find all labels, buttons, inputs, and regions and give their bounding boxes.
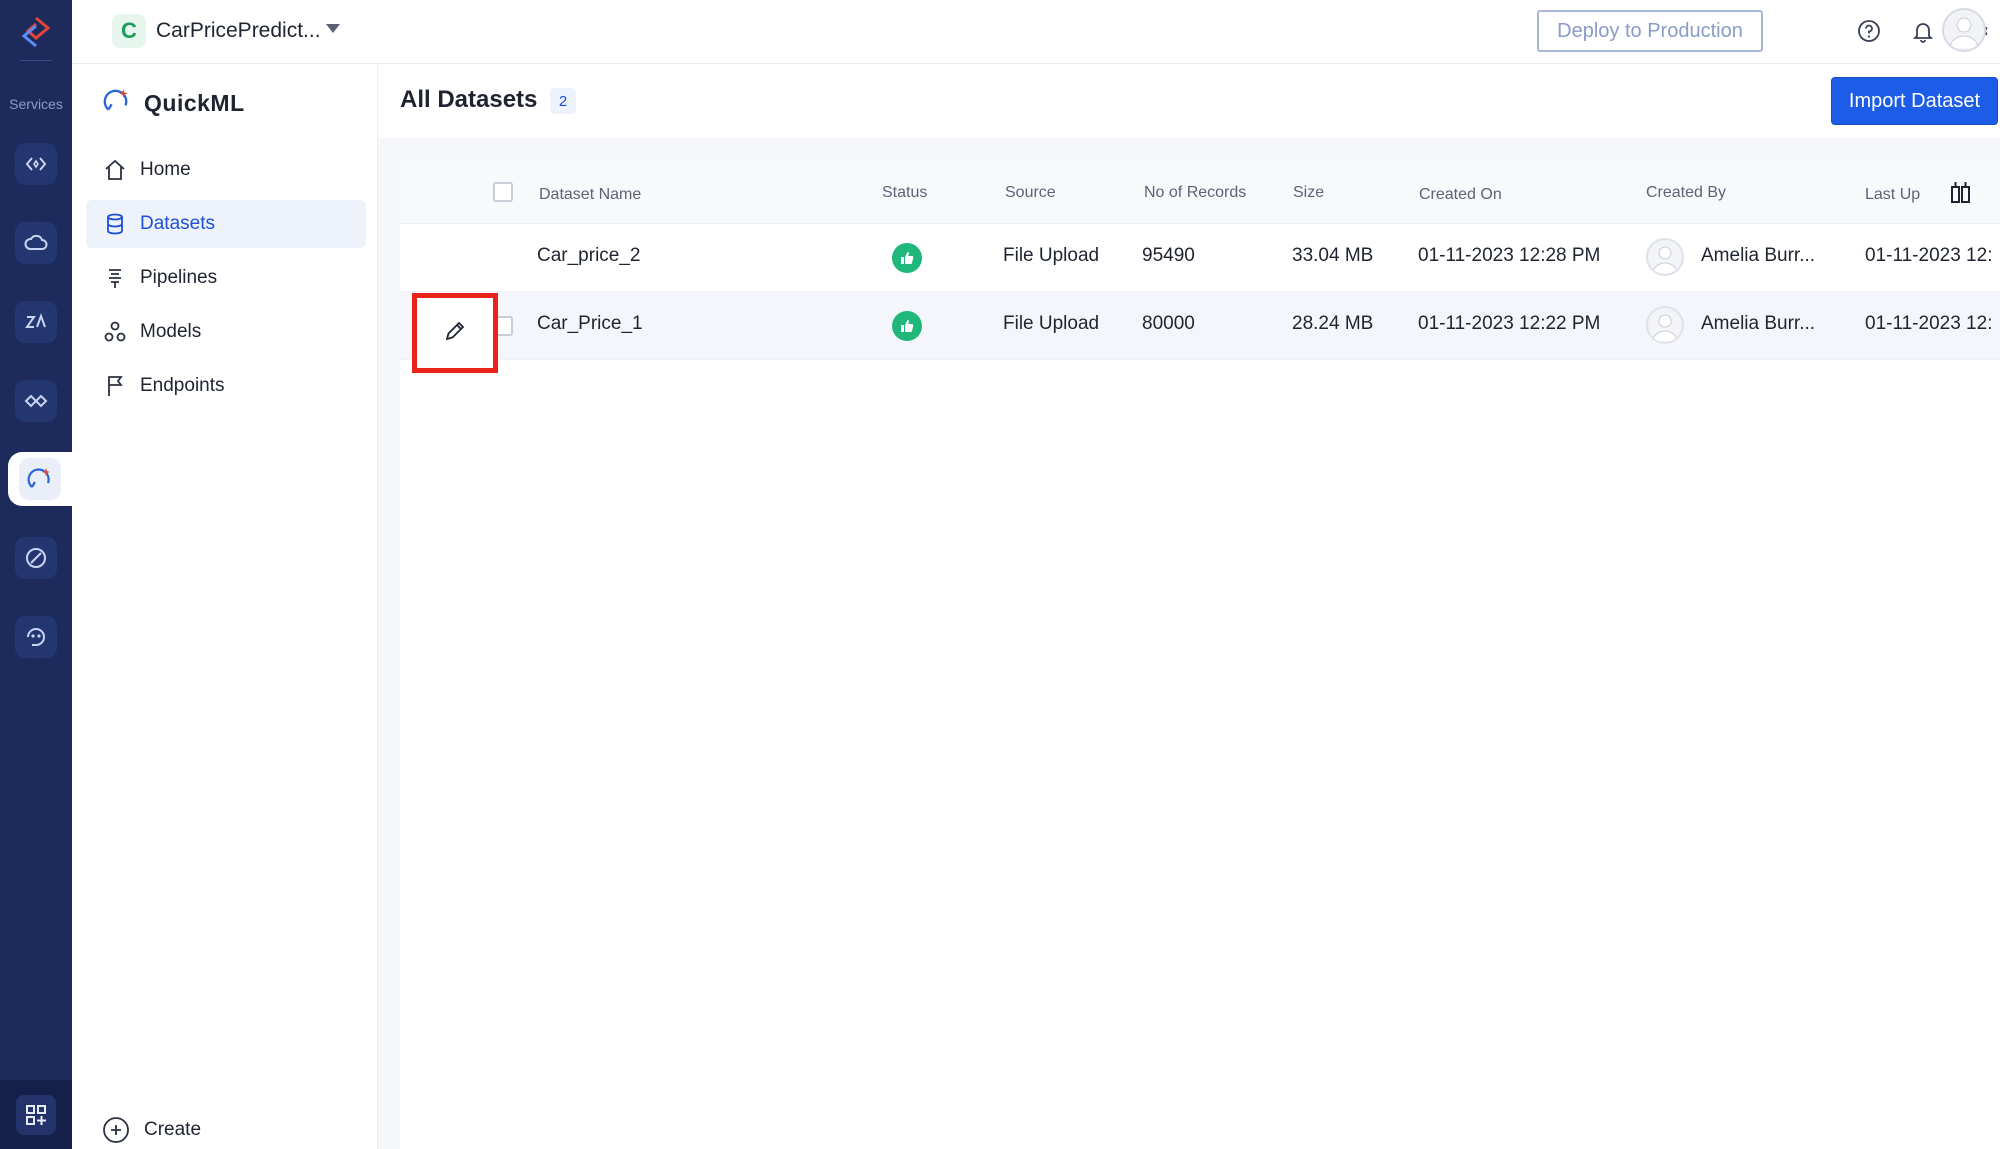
project-name[interactable]: CarPricePredict... (156, 19, 321, 43)
column-header-source[interactable]: Source (1005, 184, 1056, 202)
datasets-table: Dataset Name Status Source No of Records… (400, 160, 2000, 1149)
created-on-cell: 01-11-2023 12:22 PM (1418, 313, 1601, 334)
quickml-logo-icon (102, 86, 132, 121)
services-label: Services (9, 96, 63, 112)
database-icon (102, 211, 128, 237)
rail-rocket-service-icon[interactable] (15, 537, 57, 579)
page-title: All Datasets (400, 86, 538, 113)
nav-item-label: Endpoints (140, 375, 225, 396)
user-avatar[interactable] (1942, 8, 1986, 52)
nav-item-label: Home (140, 159, 191, 180)
nav-item-datasets[interactable]: Datasets (86, 200, 366, 248)
column-header-records[interactable]: No of Records (1144, 184, 1246, 202)
records-cell: 80000 (1142, 313, 1195, 334)
column-header-status[interactable]: Status (882, 184, 927, 202)
status-thumbs-up-icon (892, 311, 922, 341)
table-header: Dataset Name Status Source No of Records… (400, 160, 2000, 224)
size-cell: 33.04 MB (1292, 245, 1374, 266)
catalyst-logo-icon[interactable] (14, 10, 58, 54)
apps-grid-icon[interactable] (16, 1094, 56, 1135)
create-label: Create (144, 1119, 202, 1140)
column-header-created-on[interactable]: Created On (1419, 186, 1502, 204)
rail-apps-area (0, 1080, 72, 1149)
creator-avatar (1646, 238, 1684, 276)
services-rail: Services (0, 0, 72, 1149)
nav-item-home[interactable]: Home (86, 146, 366, 194)
column-settings-icon[interactable] (1946, 178, 1976, 208)
nav-item-pipelines[interactable]: Pipelines (86, 254, 366, 302)
created-by-cell: Amelia Burr... (1701, 245, 1816, 266)
created-on-cell: 01-11-2023 12:28 PM (1418, 245, 1601, 266)
dataset-name-cell[interactable]: Car_Price_1 (537, 313, 643, 335)
records-cell: 95490 (1142, 245, 1195, 266)
nav-item-endpoints[interactable]: Endpoints (86, 362, 366, 410)
top-bar: C CarPricePredict... Deploy to Productio… (72, 0, 2000, 64)
column-header-created-by[interactable]: Created By (1646, 184, 1726, 202)
plus-circle-icon (102, 1116, 130, 1144)
rail-divider (20, 60, 52, 61)
nav-item-label: Datasets (140, 213, 215, 234)
rail-cloud-service-icon[interactable] (15, 222, 57, 264)
side-navigation: QuickML Home Datasets Pipelines Models E… (72, 64, 378, 1149)
source-cell: File Upload (1003, 245, 1100, 266)
table-row[interactable]: Car_price_2 File Upload 95490 33.04 MB 0… (400, 224, 2000, 292)
select-all-checkbox[interactable] (493, 182, 513, 202)
brand-name: QuickML (144, 90, 245, 116)
size-cell: 28.24 MB (1292, 313, 1374, 334)
column-header-size[interactable]: Size (1293, 184, 1324, 202)
help-icon[interactable] (1854, 16, 1884, 46)
source-cell: File Upload (1003, 313, 1100, 334)
created-by-cell: Amelia Burr... (1701, 313, 1816, 334)
project-avatar[interactable]: C (112, 14, 146, 48)
home-icon (102, 157, 128, 183)
dataset-count-badge: 2 (550, 88, 576, 114)
last-updated-cell: 01-11-2023 12: (1865, 313, 1993, 334)
quickml-brand: QuickML (102, 86, 245, 121)
creator-avatar (1646, 306, 1684, 344)
last-updated-cell: 01-11-2023 12: (1865, 245, 1993, 266)
rail-integration-service-icon[interactable] (15, 380, 57, 422)
models-icon (102, 319, 128, 345)
dataset-name-cell[interactable]: Car_price_2 (537, 245, 641, 267)
page-header: All Datasets 2 Import Dataset (378, 64, 2000, 138)
nav-item-models[interactable]: Models (86, 308, 366, 356)
nav-item-label: Pipelines (140, 267, 218, 288)
notification-bell-icon[interactable] (1908, 16, 1938, 46)
deploy-to-production-button[interactable]: Deploy to Production (1537, 10, 1763, 52)
rail-bot-service-icon[interactable] (15, 616, 57, 658)
column-header-dataset-name[interactable]: Dataset Name (539, 186, 641, 204)
rail-zia-service-icon[interactable] (15, 301, 57, 343)
flag-icon (102, 373, 128, 399)
import-dataset-button[interactable]: Import Dataset (1831, 77, 1998, 125)
project-dropdown-caret-icon[interactable] (326, 24, 340, 33)
create-button[interactable]: Create (102, 1116, 201, 1144)
pencil-icon (442, 318, 468, 349)
rail-quickml-service-icon[interactable] (8, 452, 72, 506)
column-header-last-updated[interactable]: Last Up (1865, 186, 1920, 204)
status-thumbs-up-icon (892, 243, 922, 273)
nav-item-label: Models (140, 321, 202, 342)
table-row[interactable]: Car_Price_1 File Upload 80000 28.24 MB 0… (400, 292, 2000, 360)
edit-dataset-button[interactable] (412, 293, 498, 373)
rail-code-service-icon[interactable] (15, 143, 57, 185)
pipeline-icon (102, 265, 128, 291)
